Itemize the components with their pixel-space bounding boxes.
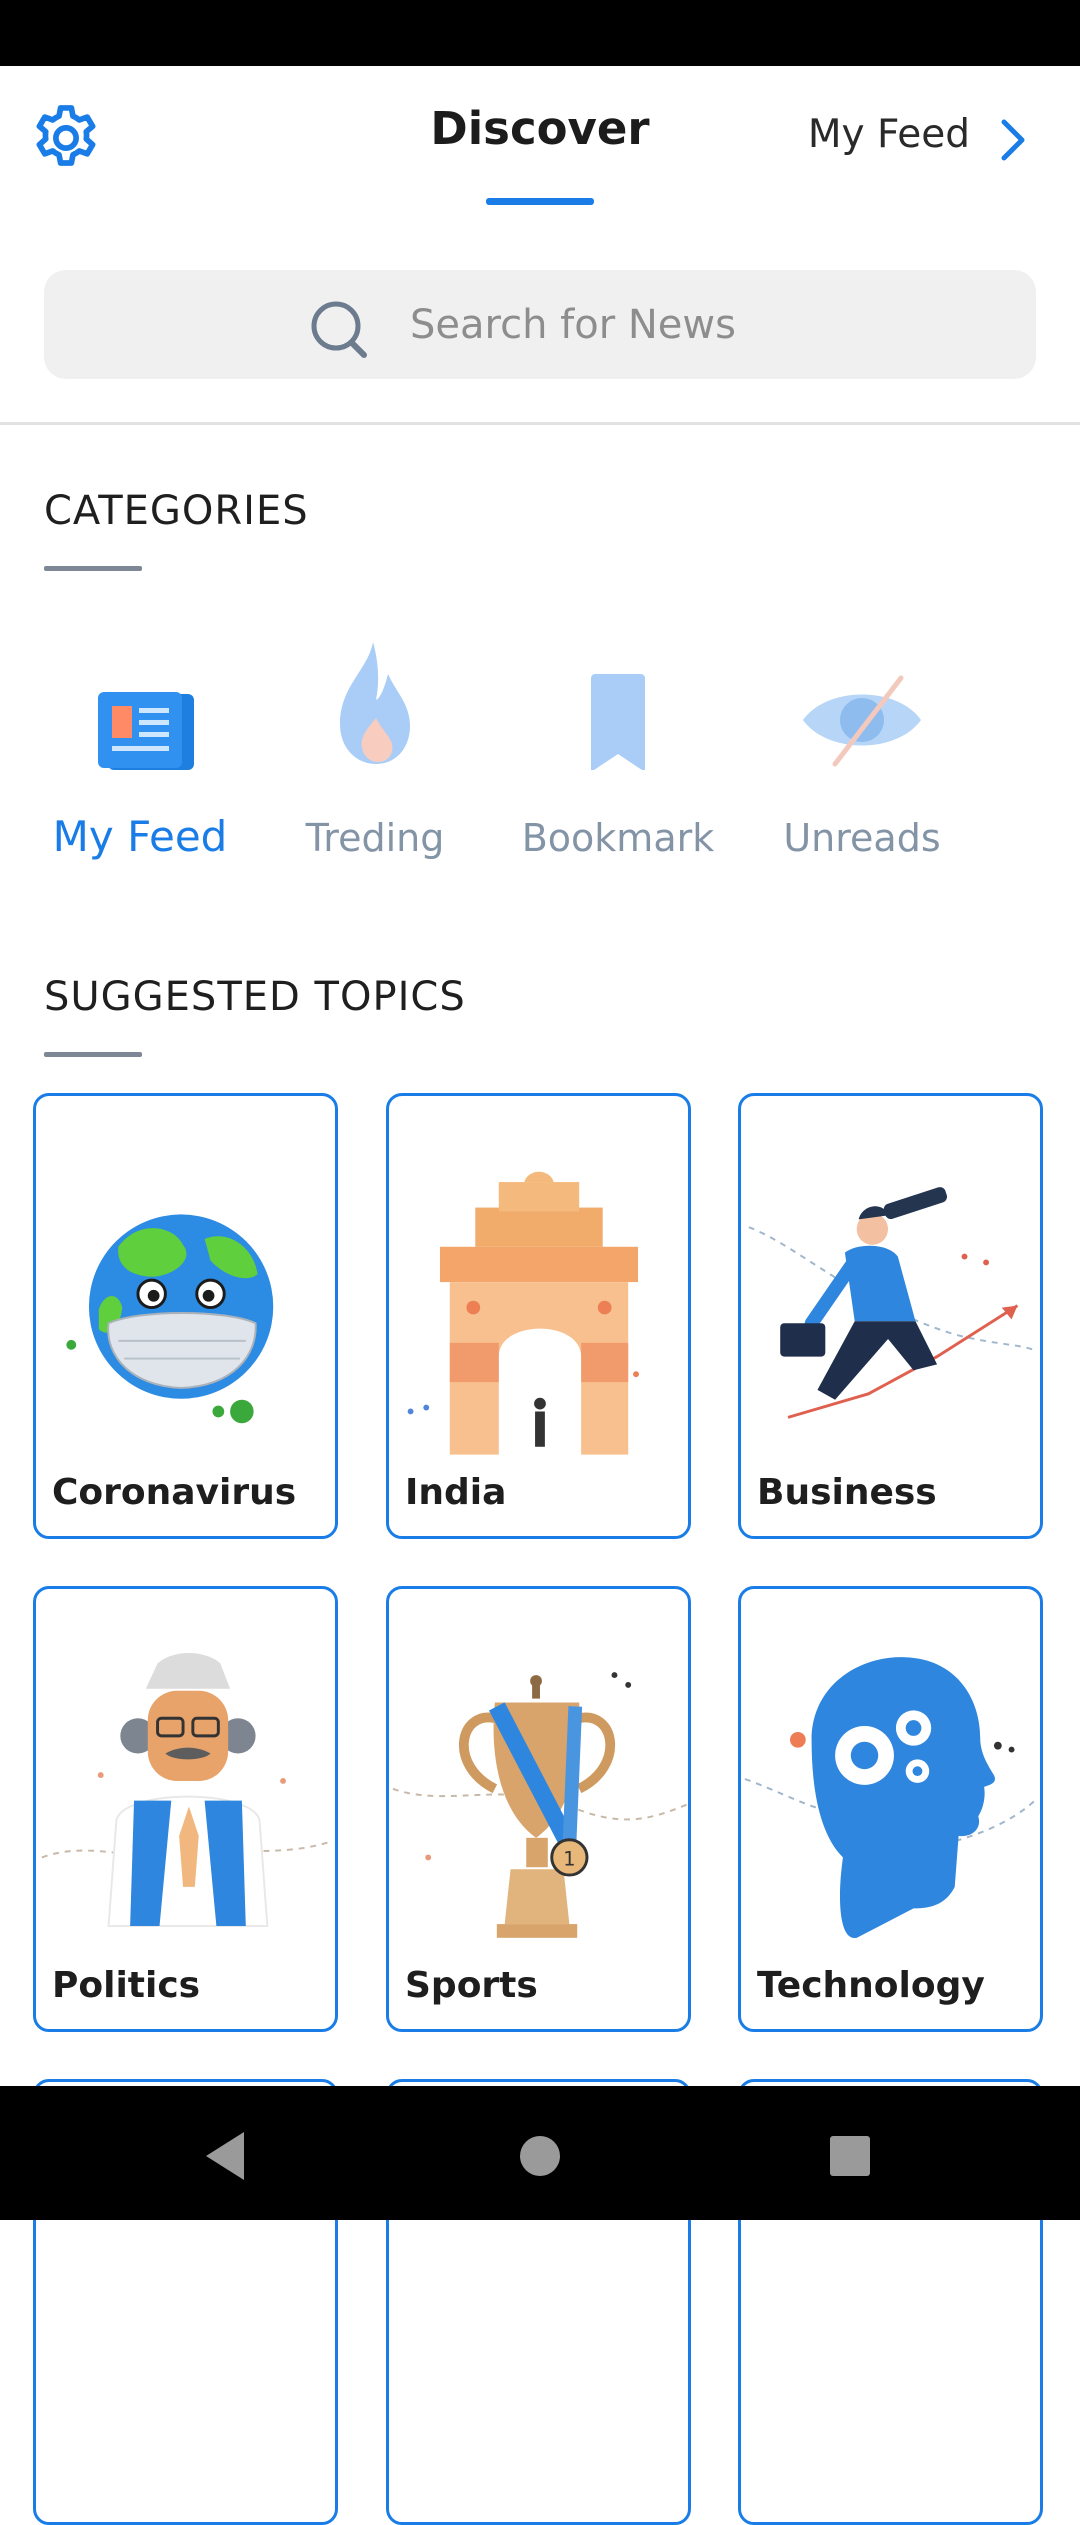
category-my-feed[interactable]: My Feed [30, 630, 250, 880]
header-divider [0, 422, 1080, 425]
navigation-bar [0, 2086, 1080, 2220]
topic-label: Politics [52, 1965, 201, 2006]
topic-label: India [405, 1472, 507, 1513]
bookmark-icon [591, 674, 645, 770]
eye-slash-icon [803, 675, 921, 767]
topic-card-technology[interactable]: Technology [738, 1586, 1043, 2032]
category-label: My Feed [52, 812, 228, 861]
search-input[interactable] [410, 294, 930, 356]
category-trending[interactable]: Treding [265, 630, 485, 880]
search-bar[interactable] [44, 270, 1036, 379]
home-button[interactable] [500, 2116, 580, 2196]
category-label: Bookmark [521, 816, 715, 860]
topic-label: Coronavirus [52, 1472, 297, 1513]
topic-card-coronavirus[interactable]: Coronavirus [33, 1093, 338, 1539]
settings-button[interactable] [28, 100, 104, 176]
topic-label: Technology [757, 1965, 985, 2006]
businessman-with-telescope-illustration [748, 1187, 1036, 1419]
categories-title-underline [44, 566, 142, 571]
category-label: Treding [305, 816, 445, 860]
trophy-illustration: 1 [392, 1672, 688, 1938]
topic-card-politics[interactable]: Politics [33, 1586, 338, 2032]
topic-card-business[interactable]: Business [738, 1093, 1043, 1539]
recents-button[interactable] [810, 2116, 890, 2196]
categories-title: CATEGORIES [44, 488, 309, 534]
topic-label: Sports [405, 1965, 538, 2006]
recents-square-icon [830, 2136, 870, 2176]
home-circle-icon [520, 2136, 560, 2176]
top-header: Discover My Feed [0, 66, 1080, 211]
politician-illustration [41, 1653, 331, 1928]
earth-with-mask-illustration [66, 1214, 274, 1424]
category-label: Unreads [783, 816, 941, 860]
status-bar [0, 0, 1080, 66]
india-gate-illustration [407, 1171, 639, 1455]
topic-card-sports[interactable]: 1 Sports [386, 1586, 691, 2032]
flame-icon [340, 642, 410, 764]
category-bookmark[interactable]: Bookmark [508, 630, 728, 880]
gear-icon [36, 105, 96, 166]
search-icon [311, 301, 367, 358]
newspaper-icon [98, 692, 194, 770]
suggested-topics-title-underline [44, 1052, 142, 1057]
svg-text:1: 1 [563, 1847, 575, 1870]
tab-my-feed[interactable]: My Feed [740, 112, 970, 157]
tab-discover[interactable]: Discover [400, 102, 680, 155]
topic-label: Business [757, 1472, 937, 1513]
topic-card-india[interactable]: India [386, 1093, 691, 1539]
chevron-right-icon [1001, 119, 1025, 161]
back-button[interactable] [188, 2116, 268, 2196]
category-unreads[interactable]: Unreads [752, 630, 972, 880]
head-with-gears-illustration [744, 1657, 1038, 1939]
active-tab-indicator [486, 198, 594, 205]
next-tab-button[interactable] [990, 110, 1036, 170]
back-triangle-icon [206, 2132, 244, 2180]
suggested-topics-title: SUGGESTED TOPICS [44, 974, 466, 1020]
